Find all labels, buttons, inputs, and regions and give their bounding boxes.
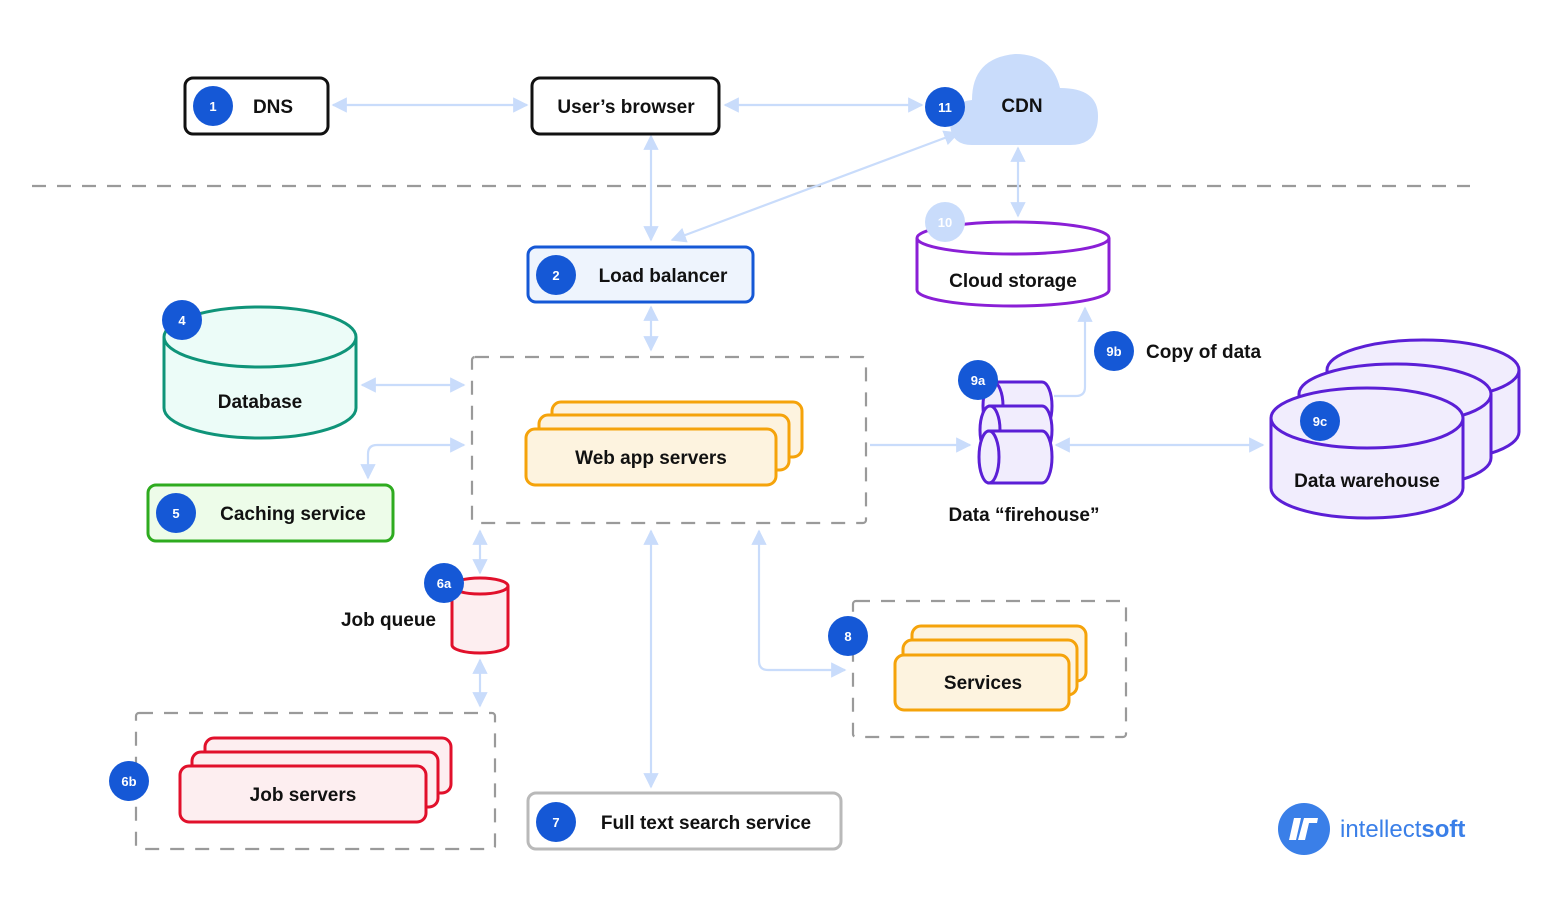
copy-of-data-label: Copy of data (1146, 342, 1261, 363)
caching-service-label: Caching service (220, 504, 366, 525)
services-node[interactable]: 8 Services (828, 616, 1088, 712)
connector-caching-webapp (360, 437, 466, 480)
architecture-diagram: 1 DNS User’s browser 11 CDN 2 Load balan… (32, 54, 1521, 855)
caching-service-node[interactable]: 5 Caching service (146, 483, 395, 543)
database-label: Database (218, 392, 303, 413)
job-queue-cylinder (450, 586, 510, 655)
caching-service-badge-number: 5 (172, 506, 179, 521)
warehouse-cylinder-front-top (1269, 386, 1465, 450)
cdn-node[interactable]: 11 CDN (925, 54, 1098, 145)
full-text-search-node[interactable]: 7 Full text search service (526, 791, 843, 851)
database-node[interactable]: 4 Database (162, 300, 358, 440)
dns-node[interactable]: 1 DNS (183, 76, 330, 136)
browser-label: User’s browser (557, 97, 695, 118)
data-warehouse-label: Data warehouse (1294, 471, 1440, 492)
cdn-label: CDN (1001, 96, 1042, 117)
copy-of-data-badge-number: 9b (1106, 344, 1121, 359)
logo-wordmark: intellectsoft (1340, 816, 1465, 843)
firehouse-label: Data “firehouse” (949, 505, 1100, 526)
job-servers-label: Job servers (250, 785, 357, 806)
copy-of-data-annotation: 9b Copy of data (1094, 331, 1261, 371)
dns-badge-number: 1 (209, 99, 216, 114)
firehouse-cylinder-front-cap (977, 429, 1001, 485)
cdn-badge-number: 11 (938, 100, 952, 115)
intellectsoft-logo[interactable]: intellectsoft (1278, 803, 1465, 855)
load-balancer-badge-number: 2 (552, 268, 559, 283)
web-app-servers-node[interactable]: Web app servers (524, 400, 804, 487)
cloud-storage-node[interactable]: 10 Cloud storage (915, 202, 1111, 308)
dns-label: DNS (253, 97, 293, 118)
full-text-search-label: Full text search service (601, 813, 811, 834)
load-balancer-node[interactable]: 2 Load balancer (526, 245, 755, 304)
connector-webapp-services (751, 529, 847, 678)
services-badge-number: 8 (844, 629, 851, 644)
connector-firehouse-cloudstorage (1054, 306, 1093, 398)
job-queue-label: Job queue (341, 610, 436, 631)
firehouse-badge-number: 9a (971, 373, 986, 388)
data-warehouse-badge-number: 9c (1313, 414, 1327, 429)
job-queue-node[interactable]: 6a Job queue (341, 563, 510, 655)
firehouse-node[interactable]: 9a Data “firehouse” (949, 360, 1100, 526)
web-app-servers-label: Web app servers (575, 448, 727, 469)
cloud-storage-badge-number: 10 (938, 215, 952, 230)
cloud-storage-label: Cloud storage (949, 271, 1077, 292)
full-text-search-badge-number: 7 (552, 815, 559, 830)
database-badge-number: 4 (178, 313, 186, 328)
data-warehouse-node[interactable]: 9c Data warehouse (1269, 338, 1521, 520)
job-queue-badge-number: 6a (437, 576, 452, 591)
browser-node[interactable]: User’s browser (530, 76, 721, 136)
job-servers-badge-number: 6b (121, 774, 136, 789)
job-servers-node[interactable]: 6b Job servers (109, 736, 453, 824)
load-balancer-label: Load balancer (599, 266, 728, 287)
services-label: Services (944, 673, 1022, 694)
